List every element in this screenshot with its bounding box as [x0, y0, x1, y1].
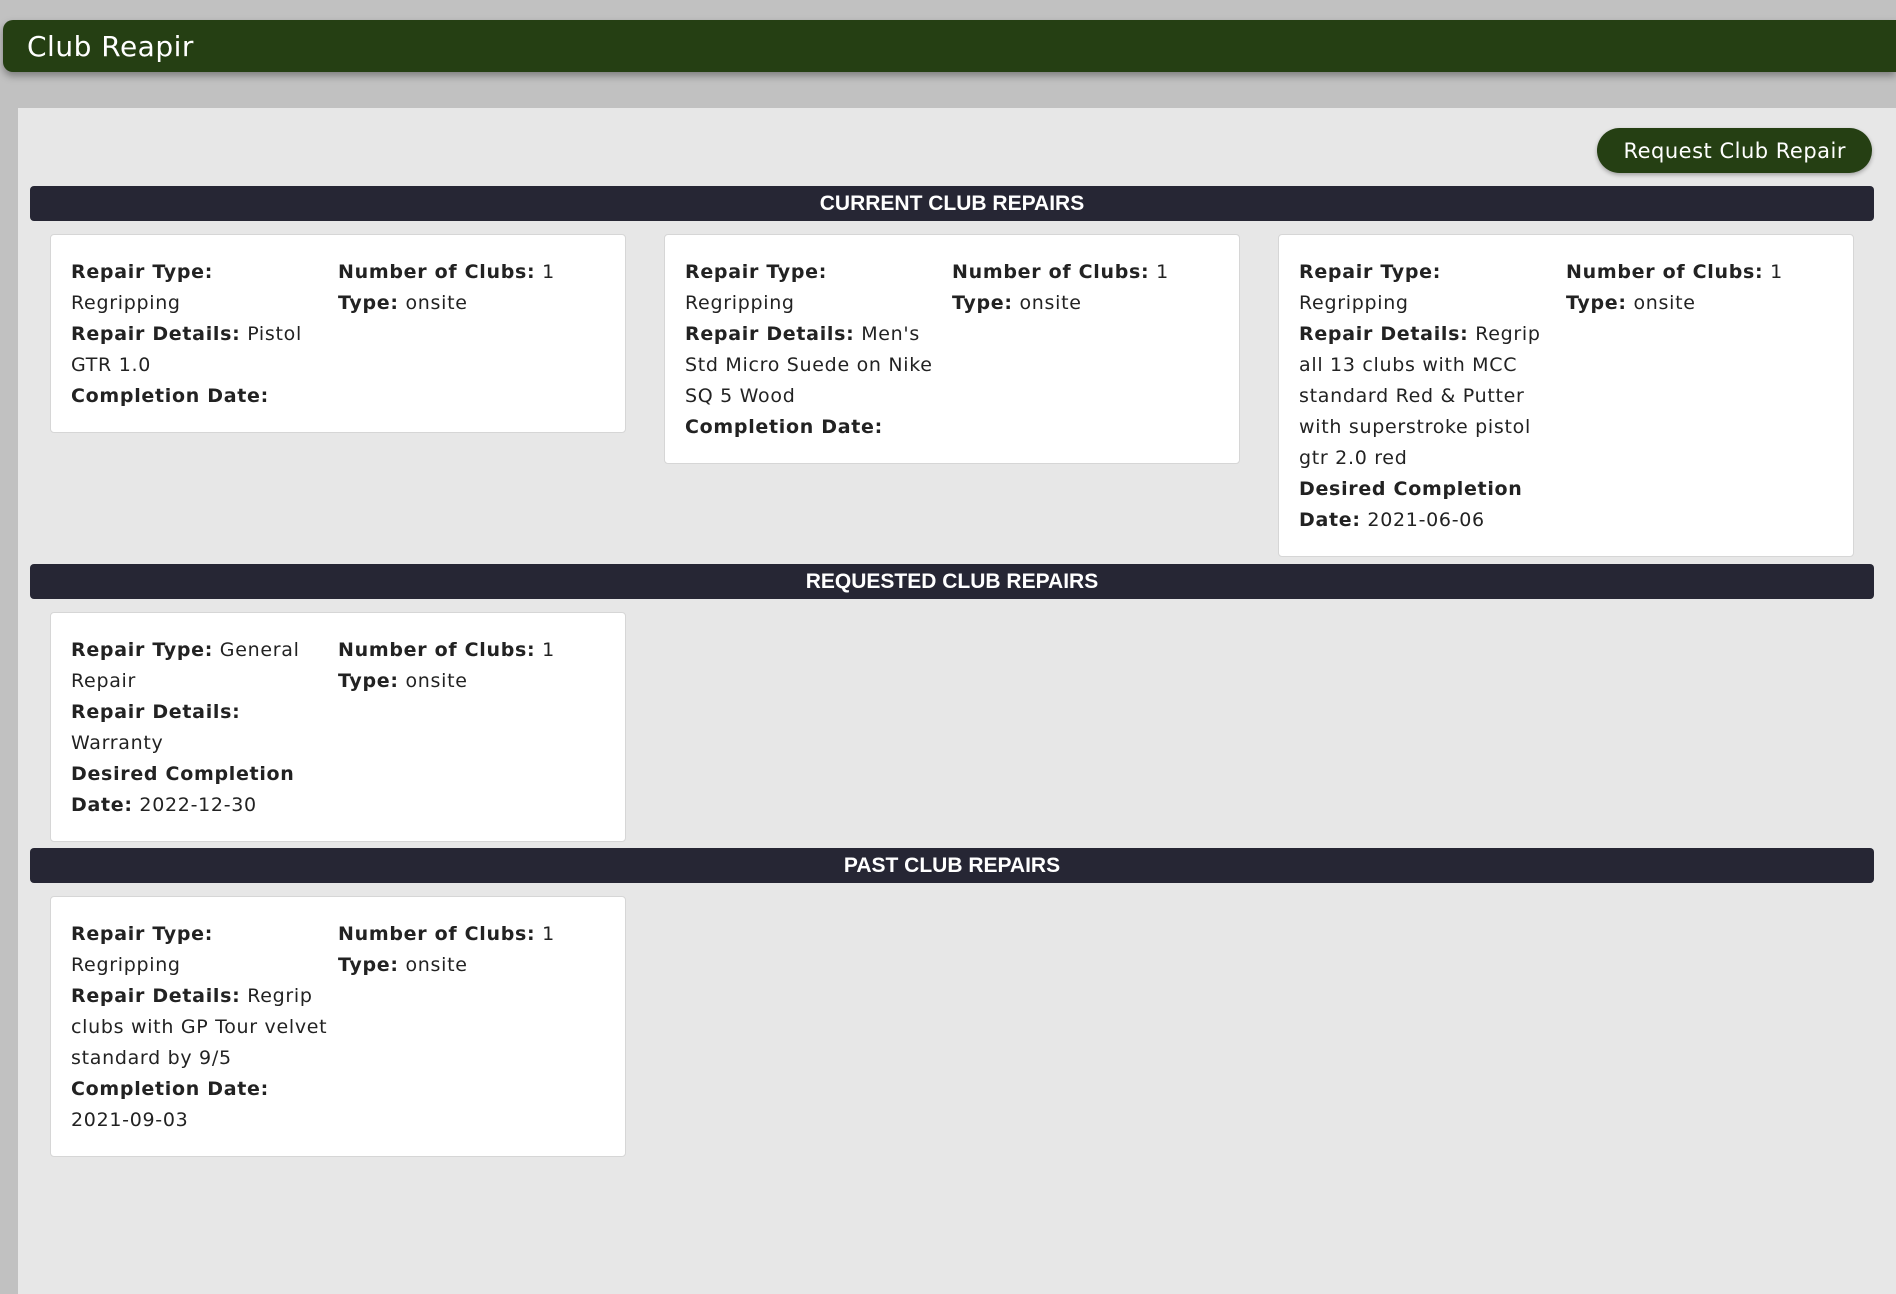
requested-repairs-header: REQUESTED CLUB REPAIRS: [30, 564, 1874, 599]
desired-completion-date-field: Desired Completion Date: 2021-06-06: [1299, 474, 1556, 536]
number-of-clubs-label: Number of Clubs:: [1566, 261, 1764, 283]
number-of-clubs-field: Number of Clubs: 1: [1566, 257, 1833, 288]
completion-date-label: Completion Date:: [685, 416, 883, 438]
app-title: Club Reapir: [27, 29, 194, 63]
repair-type-field: Repair Type: General Repair: [71, 635, 328, 697]
type-value: onsite: [405, 292, 468, 314]
number-of-clubs-label: Number of Clubs:: [338, 923, 536, 945]
type-value: onsite: [405, 954, 468, 976]
repair-type-label: Repair Type:: [1299, 261, 1442, 283]
repair-type-value: Regripping: [71, 954, 181, 976]
type-field: Type: onsite: [338, 950, 605, 981]
desired-completion-date-value: 2022-12-30: [139, 794, 257, 816]
type-label: Type:: [1566, 292, 1627, 314]
type-label: Type:: [338, 292, 399, 314]
type-field: Type: onsite: [952, 288, 1219, 319]
past-repairs-header: PAST CLUB REPAIRS: [30, 848, 1874, 883]
completion-date-field: Completion Date:: [71, 381, 328, 412]
repair-type-field: Repair Type: Regripping: [71, 919, 328, 981]
number-of-clubs-label: Number of Clubs:: [338, 261, 536, 283]
repair-type-label: Repair Type:: [71, 923, 214, 945]
repair-details-label: Repair Details:: [71, 323, 241, 345]
repair-card: Repair Type: Regripping Repair Details: …: [50, 234, 626, 433]
type-label: Type:: [338, 670, 399, 692]
type-value: onsite: [405, 670, 468, 692]
repair-card: Repair Type: Regripping Repair Details: …: [1278, 234, 1854, 557]
repair-card: Repair Type: General Repair Repair Detai…: [50, 612, 626, 842]
number-of-clubs-value: 1: [542, 923, 555, 945]
number-of-clubs-value: 1: [1156, 261, 1169, 283]
type-value: onsite: [1633, 292, 1696, 314]
repair-details-field: Repair Details: Pistol GTR 1.0: [71, 319, 328, 381]
type-value: onsite: [1019, 292, 1082, 314]
repair-details-label: Repair Details:: [1299, 323, 1469, 345]
number-of-clubs-field: Number of Clubs: 1: [338, 635, 605, 666]
repair-details-label: Repair Details:: [71, 985, 241, 1007]
repair-card: Repair Type: Regripping Repair Details: …: [664, 234, 1240, 464]
completion-date-label: Completion Date:: [71, 385, 269, 407]
type-label: Type:: [952, 292, 1013, 314]
repair-type-label: Repair Type:: [71, 639, 214, 661]
desired-completion-date-value: 2021-06-06: [1367, 509, 1485, 531]
repair-details-label: Repair Details:: [685, 323, 855, 345]
number-of-clubs-value: 1: [542, 261, 555, 283]
repair-details-label: Repair Details:: [71, 701, 241, 723]
desired-completion-date-field: Desired Completion Date: 2022-12-30: [71, 759, 328, 821]
repair-details-field: Repair Details: Warranty: [71, 697, 328, 759]
completion-date-field: Completion Date:: [685, 412, 942, 443]
repair-type-value: Regripping: [1299, 292, 1409, 314]
repair-details-field: Repair Details: Regrip all 13 clubs with…: [1299, 319, 1556, 474]
completion-date-value: 2021-09-03: [71, 1109, 189, 1131]
number-of-clubs-value: 1: [542, 639, 555, 661]
repair-type-field: Repair Type: Regripping: [1299, 257, 1556, 319]
completion-date-field: Completion Date: 2021-09-03: [71, 1074, 328, 1136]
repair-type-label: Repair Type:: [71, 261, 214, 283]
type-label: Type:: [338, 954, 399, 976]
repair-card: Repair Type: Regripping Repair Details: …: [50, 896, 626, 1157]
type-field: Type: onsite: [338, 666, 605, 697]
app-header: Club Reapir: [3, 20, 1896, 72]
repair-details-value: Warranty: [71, 732, 164, 754]
number-of-clubs-field: Number of Clubs: 1: [952, 257, 1219, 288]
number-of-clubs-label: Number of Clubs:: [952, 261, 1150, 283]
current-repairs-header: CURRENT CLUB REPAIRS: [30, 186, 1874, 221]
number-of-clubs-value: 1: [1770, 261, 1783, 283]
repair-type-label: Repair Type:: [685, 261, 828, 283]
number-of-clubs-field: Number of Clubs: 1: [338, 257, 605, 288]
number-of-clubs-label: Number of Clubs:: [338, 639, 536, 661]
completion-date-label: Completion Date:: [71, 1078, 269, 1100]
repair-type-field: Repair Type: Regripping: [685, 257, 942, 319]
request-club-repair-button[interactable]: Request Club Repair: [1597, 128, 1872, 173]
repair-type-value: Regripping: [685, 292, 795, 314]
type-field: Type: onsite: [1566, 288, 1833, 319]
repair-type-value: Regripping: [71, 292, 181, 314]
repair-details-field: Repair Details: Regrip clubs with GP Tou…: [71, 981, 328, 1074]
type-field: Type: onsite: [338, 288, 605, 319]
number-of-clubs-field: Number of Clubs: 1: [338, 919, 605, 950]
repair-type-field: Repair Type: Regripping: [71, 257, 328, 319]
content-panel: Request Club Repair CURRENT CLUB REPAIRS…: [18, 108, 1896, 1294]
repair-details-field: Repair Details: Men's Std Micro Suede on…: [685, 319, 942, 412]
